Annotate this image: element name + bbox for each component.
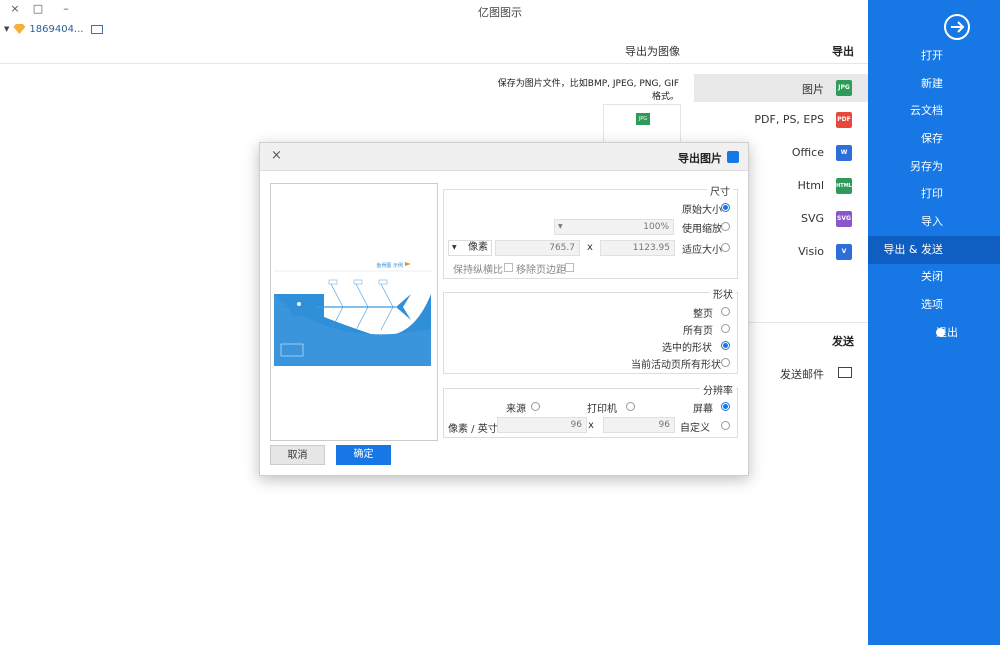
dpi-unit-label: 像素 / 英寸	[448, 424, 498, 435]
shape-allpages-radio[interactable]	[721, 324, 730, 333]
format-item-image[interactable]: 图片 JPG	[694, 74, 868, 102]
size-original-label: 原始大小	[682, 205, 722, 216]
close-window-button[interactable]: ×	[8, 2, 22, 16]
app-logo-icon	[727, 151, 739, 163]
title-bar: 亿图图示 × □ –	[0, 0, 868, 22]
window-title: 亿图图示	[478, 6, 522, 19]
user-id[interactable]: 186940​4...	[29, 24, 83, 35]
size-original-radio[interactable]	[721, 203, 730, 212]
exit-icon	[936, 328, 945, 337]
size-zoom-radio[interactable]	[721, 222, 730, 231]
word-icon: W	[836, 145, 852, 161]
zoom-select[interactable]: 100% ▼	[554, 219, 674, 235]
format-label: PDF, PS, EPS	[754, 113, 824, 126]
panel-header: 导出为图像	[0, 38, 868, 64]
res-custom-radio[interactable]	[721, 421, 730, 430]
dropdown-arrow-icon: ▼	[558, 223, 563, 230]
user-account[interactable]: ▼ 186940​4...	[4, 20, 104, 38]
panel-heading: 导出为图像	[625, 45, 680, 58]
res-source-label: 来源	[506, 404, 526, 415]
sidebar-item-options[interactable]: 选项	[868, 291, 1000, 319]
size-zoom-label: 使用缩放	[682, 224, 722, 235]
svg-icon: SVG	[836, 211, 852, 227]
res-printer-radio[interactable]	[626, 402, 635, 411]
zoom-value: 100%	[643, 222, 669, 232]
res-screen-label: 屏幕	[693, 404, 713, 415]
sidebar-item-cloud[interactable]: 云文档	[868, 97, 1000, 125]
sidebar-item-close[interactable]: 关闭	[868, 263, 1000, 291]
html-icon: HTML	[836, 178, 852, 194]
res-source-radio[interactable]	[531, 402, 540, 411]
export-preview: 鱼骨图 示例	[270, 183, 438, 441]
fishbone-diagram-preview: 鱼骨图 示例	[274, 262, 432, 366]
unit-value: 像素	[468, 242, 488, 253]
dialog-header: × 导出图片	[260, 143, 748, 171]
format-label: Html	[797, 179, 824, 192]
sidebar-item-open[interactable]: 打开	[868, 42, 1000, 70]
dropdown-arrow-icon: ▼	[452, 244, 457, 251]
size-fit-radio[interactable]	[721, 243, 730, 252]
minimize-window-button[interactable]: –	[59, 2, 73, 16]
sidebar-item-exit[interactable]: 退出	[868, 319, 1000, 347]
dialog-close-button[interactable]: ×	[271, 148, 282, 163]
shape-selected-radio[interactable]	[721, 341, 730, 350]
vip-gem-icon	[13, 24, 26, 34]
sidebar-item-new[interactable]: 新建	[868, 70, 1000, 98]
jpg-icon: JPG	[836, 80, 852, 96]
visio-icon: V	[836, 244, 852, 260]
size-group-title: 尺寸	[707, 183, 733, 198]
panel-description: 保存为图片文件，比如BMP, JPEG, PNG, GIF格式。	[497, 79, 679, 102]
sidebar-item-save[interactable]: 保存	[868, 125, 1000, 153]
dpi-x-field[interactable]: 96	[603, 417, 675, 433]
times-sign: x	[587, 242, 593, 253]
shape-page-radio[interactable]	[721, 307, 730, 316]
send-section-title: 发送	[832, 335, 854, 348]
back-arrow-icon[interactable]	[944, 14, 970, 40]
format-item-pdf[interactable]: PDF, PS, EPS PDF	[694, 106, 868, 134]
res-custom-label: 自定义	[680, 423, 710, 434]
times-sign: x	[588, 420, 594, 431]
shape-activepage-label: 当前活动页所有形状	[631, 360, 721, 371]
shape-group-title: 形状	[710, 286, 736, 301]
sidebar: 打开 新建 云文档 保存 另存为 打印 导入 导出 & 发送 关闭 选项 退出	[868, 0, 1000, 645]
sidebar-item-export-send[interactable]: 导出 & 发送	[868, 236, 1000, 264]
shape-allpages-label: 所有页	[683, 326, 713, 337]
profile-card-icon[interactable]	[91, 24, 104, 34]
res-screen-radio[interactable]	[721, 402, 730, 411]
dialog-title: 导出图片	[678, 152, 722, 165]
sidebar-item-save-as[interactable]: 另存为	[868, 153, 1000, 181]
format-label: SVG	[800, 212, 824, 225]
remove-margin-checkbox[interactable]	[565, 263, 574, 272]
mail-icon	[838, 367, 852, 378]
keep-ratio-label: 保持纵横比	[453, 265, 503, 276]
size-fit-label: 适应大小	[682, 245, 722, 256]
jpg-icon: JPG	[636, 113, 650, 125]
shape-selected-label: 选中的形状	[662, 343, 712, 354]
shape-page-label: 整页	[693, 309, 713, 320]
res-printer-label: 打印机	[587, 404, 617, 415]
restore-window-button[interactable]: □	[31, 2, 45, 16]
remove-margin-label: 移除页边距	[516, 265, 566, 276]
sidebar-item-import[interactable]: 导入	[868, 208, 1000, 236]
export-image-dialog: × 导出图片 鱼骨图 示例 尺寸 原始大小 使用缩放 100% ▼ 适应大小 1…	[259, 142, 749, 476]
height-field[interactable]: 765.7	[495, 240, 580, 256]
resolution-group-title: 分辨率	[700, 382, 736, 397]
format-label: Office	[791, 146, 824, 159]
format-label: Visio	[798, 245, 824, 258]
format-thumbnail[interactable]: JPG	[603, 104, 681, 146]
ok-button[interactable]: 确定	[336, 445, 391, 465]
dropdown-arrow-icon[interactable]: ▼	[4, 25, 9, 33]
preview-title: 鱼骨图 示例	[376, 262, 403, 269]
shape-activepage-radio[interactable]	[721, 358, 730, 367]
keep-ratio-checkbox[interactable]	[504, 263, 513, 272]
format-label: 图片	[802, 83, 824, 96]
dpi-y-field[interactable]: 96	[497, 417, 587, 433]
export-section-title: 导出	[832, 45, 854, 58]
width-field[interactable]: 1123.95	[600, 240, 675, 256]
sidebar-item-print[interactable]: 打印	[868, 180, 1000, 208]
pdf-icon: PDF	[836, 112, 852, 128]
unit-select[interactable]: 像素 ▼	[448, 240, 492, 256]
cancel-button[interactable]: 取消	[270, 445, 325, 465]
send-email-label: 发送邮件	[780, 368, 824, 381]
